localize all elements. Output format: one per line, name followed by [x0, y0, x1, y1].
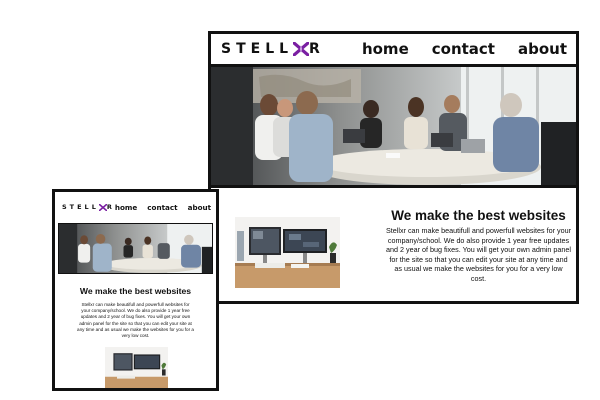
mobile-main-nav: home contact about [115, 203, 211, 212]
mobile-brand-logo[interactable]: STELL R [62, 203, 115, 211]
intro-paragraph: Stellxr can make beautifull and powerful… [386, 226, 571, 283]
logo-x-icon [293, 42, 310, 56]
mobile-logo-text-left: STELL [62, 203, 99, 211]
mobile-logo-text-right: R [106, 203, 115, 211]
mobile-page-headline: We make the best websites [79, 286, 192, 296]
logo-text-right: R [309, 41, 325, 57]
mobile-workstation-image [105, 347, 168, 388]
mobile-site-mockup: STELL R home contact about We make the b… [52, 189, 219, 391]
mobile-nav-about[interactable]: about [188, 203, 212, 212]
logo-text-left: STELL [221, 41, 294, 57]
nav-about[interactable]: about [518, 40, 567, 58]
workstation-image [235, 217, 340, 288]
desktop-site-mockup: STELL R home contact about We make the b… [208, 31, 579, 304]
mobile-site-header: STELL R home contact about [55, 192, 216, 222]
mobile-logo-x-icon [98, 203, 107, 211]
site-header: STELL R home contact about [211, 34, 576, 67]
mobile-nav-home[interactable]: home [115, 203, 137, 212]
brand-logo[interactable]: STELL R [221, 41, 325, 57]
intro-text-block: We make the best websites Stellxr can ma… [386, 208, 571, 284]
main-nav: home contact about [362, 40, 567, 58]
mobile-intro-paragraph: Stellxr can make beautifull and powerful… [77, 302, 194, 339]
mobile-hero-meeting-image [58, 223, 213, 274]
page-headline: We make the best websites [391, 208, 566, 223]
main-content: We make the best websites Stellxr can ma… [211, 188, 576, 301]
hero-meeting-image [211, 67, 576, 188]
nav-home[interactable]: home [362, 40, 409, 58]
mobile-nav-contact[interactable]: contact [147, 203, 177, 212]
nav-contact[interactable]: contact [432, 40, 495, 58]
